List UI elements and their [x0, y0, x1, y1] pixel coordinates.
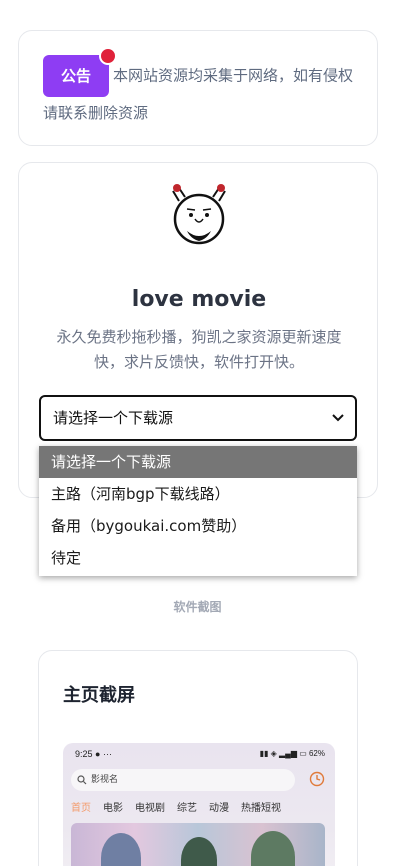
- dropdown-option[interactable]: 请选择一个下载源: [39, 446, 357, 478]
- dropdown-option[interactable]: 主路（河南bgp下载线路）: [39, 478, 357, 510]
- download-source-dropdown: 请选择一个下载源 主路（河南bgp下载线路） 备用（bygoukai.com赞助…: [39, 446, 357, 576]
- screenshot-title: 主页截屏: [63, 685, 135, 706]
- poster-figure: [101, 833, 141, 866]
- notice-badge-label: 公告: [60, 67, 91, 85]
- notice-content: 公告 本网站资源均采集于网络，如有侵权请联系删除资源: [43, 47, 353, 129]
- status-battery: ▮▮ ◈ ▂▄▆ ▭ 62%: [259, 749, 325, 758]
- notice-card: 公告 本网站资源均采集于网络，如有侵权请联系删除资源: [18, 30, 378, 146]
- search-icon: [77, 775, 87, 785]
- screenshot-card: 主页截屏 9:25 ● ··· ▮▮ ◈ ▂▄▆ ▭ 62% 影视名 首页 电影 电…: [38, 650, 358, 866]
- notification-dot: [99, 47, 117, 65]
- chevron-down-icon: [332, 414, 344, 422]
- profile-description: 永久免费秒拖秒播，狗凯之家资源更新速度快，求片反馈快，软件打开快。: [56, 328, 342, 371]
- poster-image: [71, 823, 325, 866]
- dropdown-option[interactable]: 待定: [39, 542, 357, 574]
- phone-tab: 动漫: [209, 803, 229, 814]
- phone-screenshot: 9:25 ● ··· ▮▮ ◈ ▂▄▆ ▭ 62% 影视名 首页 电影 电视剧 综艺 动…: [63, 743, 335, 866]
- phone-tab: 首页: [71, 803, 91, 814]
- select-value: 请选择一个下载源: [53, 409, 174, 427]
- notice-badge: 公告: [43, 47, 117, 97]
- phone-search-bar: 影视名: [71, 769, 295, 791]
- phone-tab: 综艺: [177, 803, 197, 814]
- dropdown-option[interactable]: 备用（bygoukai.com赞助）: [39, 510, 357, 542]
- phone-tab: 电影: [103, 803, 123, 814]
- avatar-doodle-icon: [172, 184, 226, 245]
- poster-figure: [181, 837, 217, 866]
- section-label: 软件截图: [173, 600, 222, 614]
- phone-tabs: 首页 电影 电视剧 综艺 动漫 热播短视: [71, 799, 335, 814]
- status-time: 9:25 ● ···: [75, 749, 112, 759]
- poster-figure: [251, 831, 295, 866]
- download-source-select[interactable]: 请选择一个下载源: [39, 395, 357, 441]
- profile-title: love movie: [131, 287, 267, 312]
- history-clock-icon: [309, 771, 325, 787]
- phone-tab: 电视剧: [135, 803, 165, 814]
- phone-tab: 热播短视: [241, 803, 281, 814]
